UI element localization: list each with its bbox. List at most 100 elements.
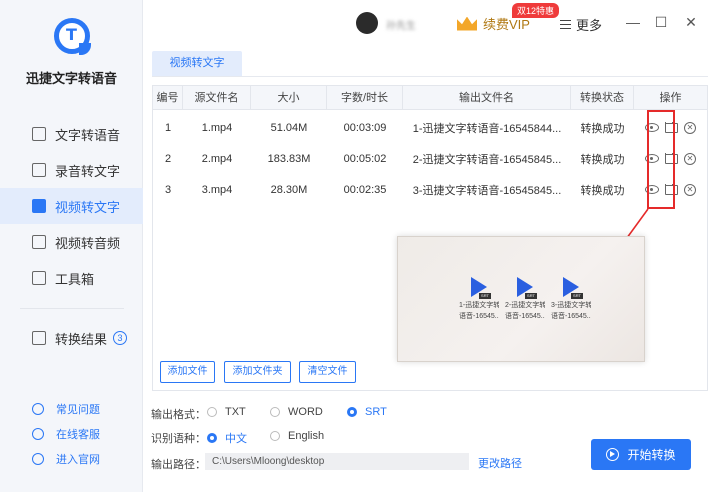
username: 孙先生	[386, 21, 416, 32]
radio-label: 中文	[225, 433, 247, 445]
add-folder-button[interactable]: 添加文件夹	[224, 361, 291, 383]
radio-circle	[207, 407, 217, 417]
play-circle-icon	[606, 448, 620, 461]
app-name: 迅捷文字转语音	[25, 71, 117, 86]
format-radio-srt[interactable]: SRT	[347, 406, 387, 418]
recording-icon	[32, 163, 46, 177]
clear-files-button[interactable]: 清空文件	[299, 361, 356, 383]
tab-video-to-text[interactable]: 视频转文字	[152, 51, 242, 76]
sidebar-item-results[interactable]: 转换结果 3	[0, 320, 143, 356]
support-label: 在线客服	[56, 428, 100, 441]
output-path-field[interactable]: C:\Users\Mloong\desktop	[205, 453, 469, 470]
top-bar: 孙先生 续费VIP 双12特惠 更多 — ☐ ✕	[143, 0, 720, 46]
file-name-line: 语音-16545...	[551, 313, 591, 320]
sidebar-item-label: 视频转音频	[55, 235, 121, 251]
sidebar-bottom-links: 常见问题 在线客服 进入官网	[0, 396, 143, 471]
sidebar-item-label: 视频转文字	[55, 199, 121, 215]
video-to-text-icon	[32, 199, 46, 213]
file-name-line: 2-迅捷文字转	[505, 302, 545, 309]
logo-letter: T	[66, 25, 77, 44]
sidebar-item-label: 工具箱	[55, 271, 95, 287]
sidebar-item-text-to-speech[interactable]: 文字转语音	[0, 116, 143, 152]
output-path-label: 输出路径：	[151, 459, 206, 471]
row-status: 转换成功	[580, 153, 625, 166]
faq-link[interactable]: 常见问题	[0, 396, 143, 421]
tab-divider	[152, 76, 708, 77]
row-size: 183.83M	[267, 152, 311, 165]
row-duration: 00:02:35	[343, 183, 387, 196]
output-format-label: 输出格式：	[151, 409, 206, 421]
avatar[interactable]	[356, 12, 378, 34]
remove-icon[interactable]: ✕	[684, 152, 696, 165]
remove-icon[interactable]: ✕	[684, 183, 696, 196]
srt-file-icon	[517, 277, 533, 297]
srt-file-icon	[563, 277, 579, 297]
file-name-line: 语音-16545...	[459, 313, 499, 320]
sidebar-item-label: 文字转语音	[55, 127, 121, 143]
sidebar-item-toolbox[interactable]: 工具箱	[0, 260, 143, 296]
row-output-name: 1-迅捷文字转语音-16545844...	[412, 122, 562, 135]
radio-circle	[270, 431, 280, 441]
sidebar-item-label: 转换结果	[55, 331, 108, 347]
radio-circle	[347, 407, 357, 417]
output-folder-preview: SRT 1-迅捷文字转 语音-16545... SRT 2-迅捷文字转 语音-1…	[397, 236, 645, 362]
language-radio-chinese[interactable]: 中文	[207, 430, 247, 446]
file-name-line: 1-迅捷文字转	[459, 302, 499, 309]
change-path-link[interactable]: 更改路径	[478, 455, 522, 471]
file-name-line: 语音-16545...	[505, 313, 545, 320]
row-source-name: 1.mp4	[201, 121, 233, 134]
sidebar-item-label: 录音转文字	[55, 163, 121, 179]
website-label: 进入官网	[56, 453, 100, 466]
srt-file-icon	[471, 277, 487, 297]
sidebar-item-video-to-text[interactable]: 视频转文字	[0, 188, 143, 224]
language-radio-english[interactable]: English	[270, 430, 324, 442]
sidebar-nav: 文字转语音 录音转文字 视频转文字 视频转音频 工具箱	[0, 116, 143, 296]
minimize-button[interactable]: —	[625, 14, 641, 30]
row-id: 1	[164, 121, 172, 134]
add-file-button[interactable]: 添加文件	[160, 361, 215, 383]
radio-label: SRT	[365, 406, 387, 418]
faq-label: 常见问题	[56, 403, 100, 416]
sidebar-item-recording-to-text[interactable]: 录音转文字	[0, 152, 143, 188]
header-size: 大小	[251, 86, 327, 109]
radio-label: English	[288, 430, 325, 442]
srt-file-item[interactable]: SRT 2-迅捷文字转 语音-16545...	[505, 277, 545, 321]
sidebar-item-video-to-audio[interactable]: 视频转音频	[0, 224, 143, 260]
table-row: 1 1.mp4 51.04M 00:03:09 1-迅捷文字转语音-165458…	[153, 112, 707, 143]
remove-icon[interactable]: ✕	[684, 121, 696, 134]
app-logo-area: T 迅捷文字转语音	[0, 18, 143, 87]
radio-label: TXT	[225, 406, 246, 418]
question-icon	[32, 402, 44, 415]
sidebar: T 迅捷文字转语音 文字转语音 录音转文字 视频转文字 视频转音频 工具箱 转换…	[0, 0, 143, 492]
srt-file-item[interactable]: SRT 1-迅捷文字转 语音-16545...	[459, 277, 499, 321]
srt-file-item[interactable]: SRT 3-迅捷文字转 语音-16545...	[551, 277, 591, 321]
app-logo-icon: T	[53, 18, 91, 55]
online-support-link[interactable]: 在线客服	[0, 421, 143, 446]
close-button[interactable]: ✕	[683, 14, 699, 30]
row-status: 转换成功	[580, 122, 625, 135]
header-duration: 字数/时长	[327, 86, 403, 109]
header-id: 编号	[153, 86, 183, 109]
maximize-button[interactable]: ☐	[653, 14, 669, 30]
website-link[interactable]: 进入官网	[0, 446, 143, 471]
text-to-speech-icon	[32, 127, 46, 141]
table-header: 编号 源文件名 大小 字数/时长 输出文件名 转换状态 操作	[153, 86, 707, 110]
results-count-badge: 3	[113, 331, 128, 345]
header-status: 转换状态	[571, 86, 634, 109]
language-label: 识别语种：	[151, 433, 206, 445]
file-name-line: 3-迅捷文字转	[551, 302, 591, 309]
format-radio-txt[interactable]: TXT	[207, 406, 246, 418]
row-size: 28.30M	[270, 183, 308, 196]
radio-circle	[270, 407, 280, 417]
video-to-audio-icon	[32, 235, 46, 249]
row-id: 2	[164, 152, 172, 165]
table-row: 3 3.mp4 28.30M 00:02:35 3-迅捷文字转语音-165458…	[153, 174, 707, 205]
monitor-icon	[32, 452, 44, 465]
more-menu-button[interactable]: 更多	[560, 15, 602, 34]
format-radio-word[interactable]: WORD	[270, 406, 323, 418]
start-convert-button[interactable]: 开始转换	[591, 439, 691, 470]
toolbox-icon	[32, 271, 46, 285]
radio-circle	[207, 433, 217, 443]
results-icon	[32, 331, 46, 345]
row-output-name: 3-迅捷文字转语音-16545845...	[412, 184, 562, 197]
